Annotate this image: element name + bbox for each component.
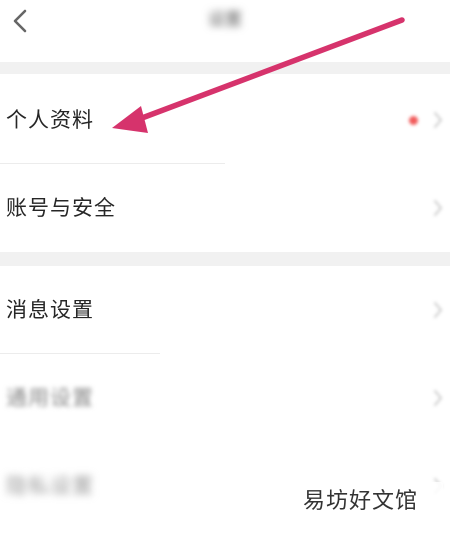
settings-item-label: 通用设置 [6, 386, 94, 410]
back-button[interactable] [0, 0, 48, 48]
settings-item-account-security[interactable]: 账号与安全 [0, 164, 450, 252]
watermark-text: 易坊好文馆 [303, 489, 419, 514]
chevron-right-icon [434, 112, 442, 128]
settings-item-general[interactable]: 通用设置 [0, 354, 450, 442]
chevron-right-icon [434, 200, 442, 216]
nav-bar: 设置 [0, 0, 450, 62]
settings-item-label: 个人资料 [6, 108, 94, 132]
section-gap [0, 252, 450, 266]
chevron-right-icon [434, 390, 442, 406]
page-title: 设置 [208, 10, 242, 30]
chevron-right-icon [434, 302, 442, 318]
settings-item-label: 隐私设置 [6, 474, 94, 498]
settings-item-messages[interactable]: 消息设置 [0, 266, 450, 354]
settings-item-profile[interactable]: 个人资料 [0, 76, 450, 164]
settings-item-label: 账号与安全 [6, 196, 116, 220]
notification-dot [409, 116, 418, 125]
section-gap [0, 62, 450, 74]
settings-item-label: 消息设置 [6, 298, 94, 322]
watermark: 易坊好文馆 [293, 482, 443, 522]
chevron-left-icon [13, 9, 27, 33]
